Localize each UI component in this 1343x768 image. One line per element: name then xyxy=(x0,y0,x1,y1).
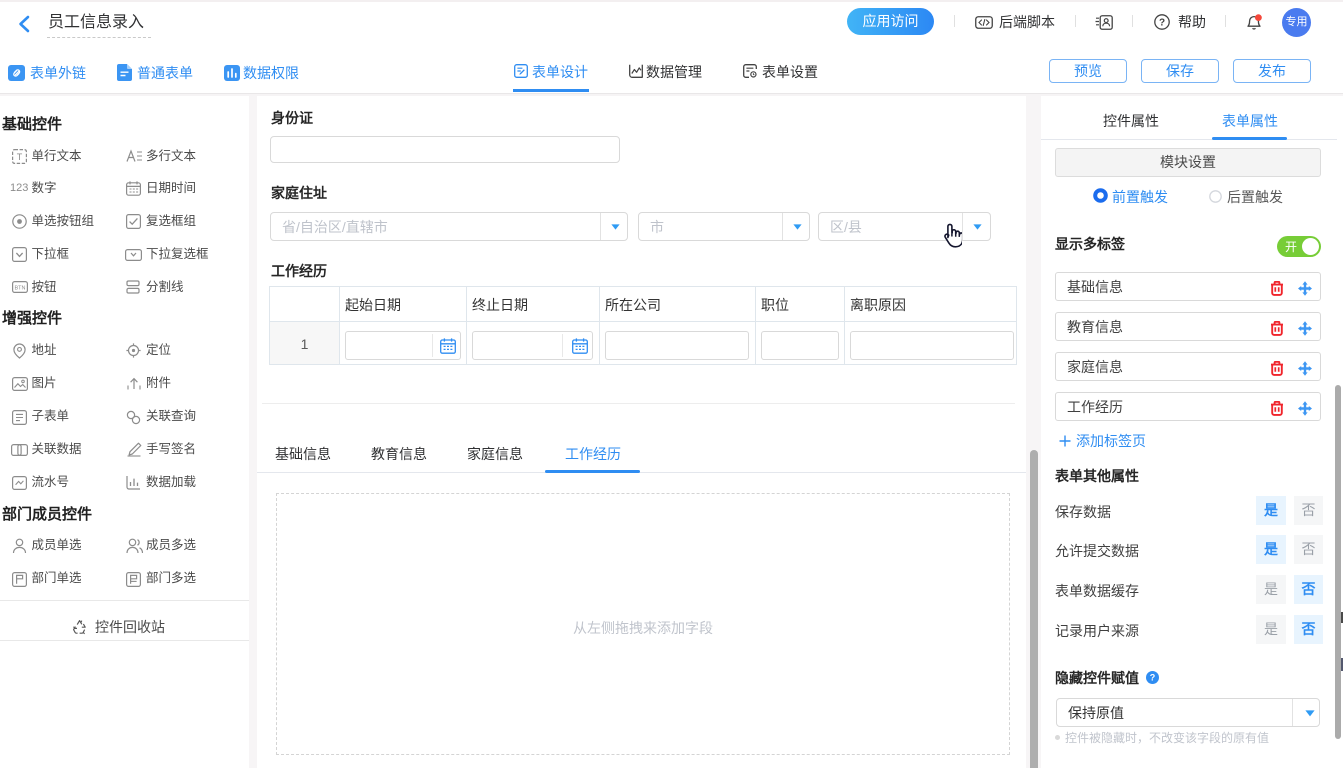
svg-text:?: ? xyxy=(1159,17,1165,28)
svg-text:?: ? xyxy=(1150,673,1156,683)
svg-text:T: T xyxy=(17,152,23,162)
svg-text:BTN: BTN xyxy=(15,286,26,292)
